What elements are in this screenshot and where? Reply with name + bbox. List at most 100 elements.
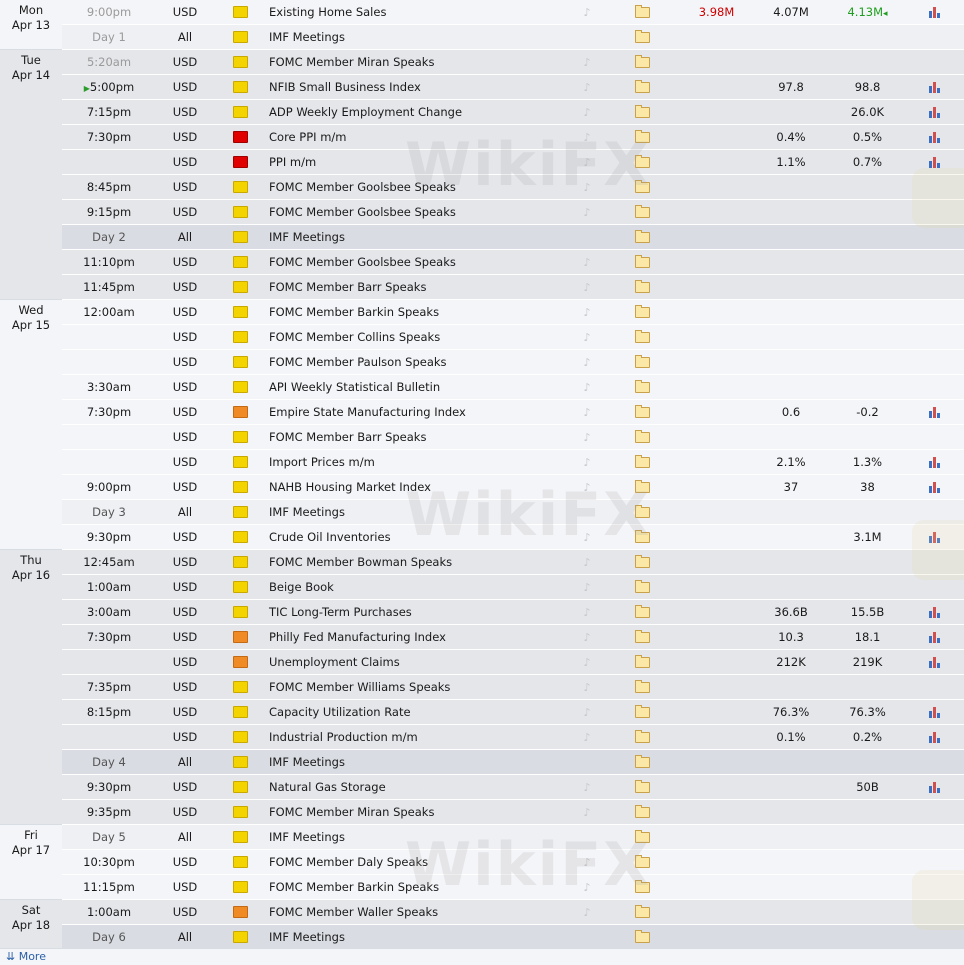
folder-icon[interactable] — [634, 705, 650, 718]
event-name[interactable]: FOMC Member Miran Speaks — [267, 49, 570, 75]
event-name-text[interactable]: FOMC Member Paulson Speaks — [269, 355, 447, 369]
event-name-text[interactable]: IMF Meetings — [269, 30, 345, 44]
bell-icon[interactable]: ♪ — [583, 681, 590, 694]
details[interactable] — [604, 649, 680, 675]
folder-icon[interactable] — [634, 355, 650, 368]
bell-icon[interactable]: ♪ — [583, 206, 590, 219]
details[interactable] — [604, 0, 680, 25]
event-name-text[interactable]: Empire State Manufacturing Index — [269, 405, 466, 419]
event-name-text[interactable]: Unemployment Claims — [269, 655, 400, 669]
details[interactable] — [604, 699, 680, 725]
event-name-text[interactable]: TIC Long-Term Purchases — [269, 605, 412, 619]
folder-icon[interactable] — [634, 105, 650, 118]
event-name[interactable]: IMF Meetings — [267, 224, 570, 250]
event-name[interactable]: Existing Home Sales — [267, 0, 570, 25]
event-name[interactable]: FOMC Member Paulson Speaks — [267, 349, 570, 375]
details[interactable] — [604, 774, 680, 800]
folder-icon[interactable] — [634, 655, 650, 668]
chart-icon[interactable] — [928, 482, 942, 493]
chart[interactable] — [906, 399, 964, 425]
alert[interactable]: ♪ — [570, 799, 604, 825]
bell-icon[interactable]: ♪ — [583, 381, 590, 394]
chart[interactable] — [906, 649, 964, 675]
bell-icon[interactable]: ♪ — [583, 356, 590, 369]
event-name-text[interactable]: Import Prices m/m — [269, 455, 375, 469]
bell-icon[interactable]: ♪ — [583, 631, 590, 644]
event-name-text[interactable]: IMF Meetings — [269, 230, 345, 244]
event-name[interactable]: FOMC Member Miran Speaks — [267, 799, 570, 825]
folder-icon[interactable] — [634, 305, 650, 318]
bell-icon[interactable]: ♪ — [583, 456, 590, 469]
folder-icon[interactable] — [634, 30, 650, 43]
details[interactable] — [604, 349, 680, 375]
bell-icon[interactable]: ♪ — [583, 906, 590, 919]
event-name[interactable]: FOMC Member Goolsbee Speaks — [267, 249, 570, 275]
alert[interactable]: ♪ — [570, 374, 604, 400]
folder-icon[interactable] — [634, 430, 650, 443]
chart-icon[interactable] — [928, 107, 942, 118]
chart[interactable] — [906, 599, 964, 625]
event-name[interactable]: Philly Fed Manufacturing Index — [267, 624, 570, 650]
alert[interactable]: ♪ — [570, 324, 604, 350]
details[interactable] — [604, 274, 680, 300]
chart[interactable] — [906, 774, 964, 800]
chart-icon[interactable] — [928, 607, 942, 618]
bell-icon[interactable]: ♪ — [583, 56, 590, 69]
event-name-text[interactable]: FOMC Member Waller Speaks — [269, 905, 438, 919]
event-name[interactable]: API Weekly Statistical Bulletin — [267, 374, 570, 400]
event-name[interactable]: ADP Weekly Employment Change — [267, 99, 570, 125]
folder-icon[interactable] — [634, 680, 650, 693]
event-name[interactable]: FOMC Member Barr Speaks — [267, 424, 570, 450]
event-name[interactable]: Empire State Manufacturing Index — [267, 399, 570, 425]
event-name-text[interactable]: Beige Book — [269, 580, 334, 594]
bell-icon[interactable]: ♪ — [583, 431, 590, 444]
folder-icon[interactable] — [634, 905, 650, 918]
alert[interactable]: ♪ — [570, 699, 604, 725]
details[interactable] — [604, 549, 680, 575]
folder-icon[interactable] — [634, 280, 650, 293]
details[interactable] — [604, 899, 680, 925]
event-name-text[interactable]: FOMC Member Barr Speaks — [269, 280, 426, 294]
event-name-text[interactable]: IMF Meetings — [269, 830, 345, 844]
details[interactable] — [604, 449, 680, 475]
alert[interactable]: ♪ — [570, 899, 604, 925]
details[interactable] — [604, 749, 680, 775]
alert[interactable]: ♪ — [570, 199, 604, 225]
alert[interactable]: ♪ — [570, 724, 604, 750]
alert[interactable]: ♪ — [570, 0, 604, 25]
chart[interactable] — [906, 99, 964, 125]
chart-icon[interactable] — [928, 132, 942, 143]
folder-icon[interactable] — [634, 455, 650, 468]
details[interactable] — [604, 374, 680, 400]
chart[interactable] — [906, 0, 964, 25]
bell-icon[interactable]: ♪ — [583, 406, 590, 419]
chart[interactable] — [906, 474, 964, 500]
bell-icon[interactable]: ♪ — [583, 256, 590, 269]
alert[interactable]: ♪ — [570, 774, 604, 800]
event-name[interactable]: TIC Long-Term Purchases — [267, 599, 570, 625]
chart-icon[interactable] — [928, 82, 942, 93]
alert[interactable]: ♪ — [570, 399, 604, 425]
event-name-text[interactable]: FOMC Member Goolsbee Speaks — [269, 255, 456, 269]
event-name[interactable]: Industrial Production m/m — [267, 724, 570, 750]
chart-icon[interactable] — [928, 782, 942, 793]
event-name-text[interactable]: FOMC Member Miran Speaks — [269, 55, 434, 69]
chart-icon[interactable] — [928, 632, 942, 643]
event-name-text[interactable]: FOMC Member Barr Speaks — [269, 430, 426, 444]
event-name-text[interactable]: Natural Gas Storage — [269, 780, 386, 794]
event-name-text[interactable]: IMF Meetings — [269, 930, 345, 944]
bell-icon[interactable]: ♪ — [583, 331, 590, 344]
folder-icon[interactable] — [634, 5, 650, 18]
folder-icon[interactable] — [634, 205, 650, 218]
chart[interactable] — [906, 699, 964, 725]
folder-icon[interactable] — [634, 380, 650, 393]
bell-icon[interactable]: ♪ — [583, 556, 590, 569]
details[interactable] — [604, 199, 680, 225]
bell-icon[interactable]: ♪ — [583, 81, 590, 94]
folder-icon[interactable] — [634, 605, 650, 618]
details[interactable] — [604, 99, 680, 125]
folder-icon[interactable] — [634, 630, 650, 643]
bell-icon[interactable]: ♪ — [583, 656, 590, 669]
alert[interactable]: ♪ — [570, 74, 604, 100]
event-name-text[interactable]: FOMC Member Goolsbee Speaks — [269, 205, 456, 219]
